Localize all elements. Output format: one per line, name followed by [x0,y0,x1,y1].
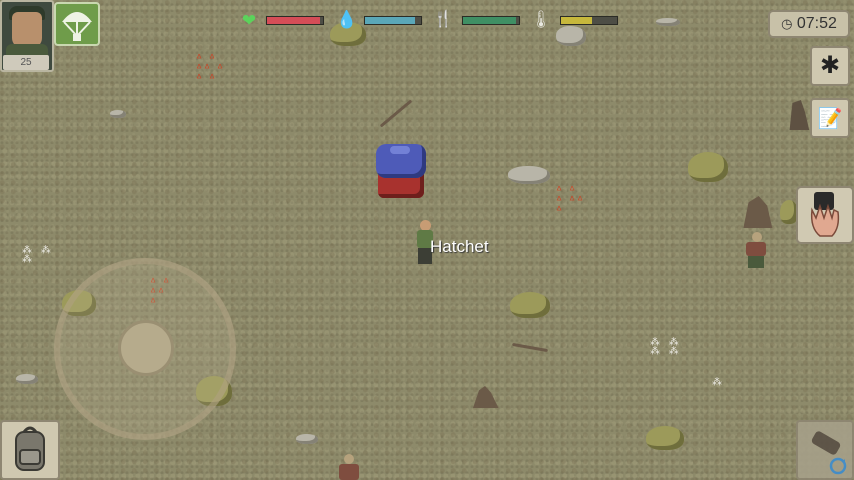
clock-icon: ◷ [781,16,793,31]
heart-icon: ❤ [241,11,257,30]
backpack-icon [15,426,45,471]
tree-stump [743,196,773,228]
white-flowers: ⁂ [712,377,725,388]
grab-button[interactable] [796,186,854,244]
rock [16,374,38,384]
journal-icon: 📝 [817,108,843,130]
red-flowers: ᐞ ᐞ ᐞᐞ ᐞ ᐞ ᐞ [196,53,225,85]
zombie[interactable] [742,232,772,268]
bush [688,152,728,182]
weapon-swap-button[interactable] [796,420,854,480]
rock [656,18,680,26]
rock [508,166,550,184]
rock [110,110,126,118]
parachute-button[interactable] [54,2,100,46]
thermometer-icon: 🌡 [530,10,552,29]
clock-time: 07:52 [796,15,837,32]
parachute-icon [62,12,92,41]
gear-icon: ✱ [819,52,841,79]
bush [646,426,684,450]
twig [379,99,413,128]
white-flowers: ⁂ ⁂ ⁂ ⁂ [650,337,682,357]
temperature-bar [560,16,618,25]
white-flowers: ⁂ ⁂ ⁂ [22,245,54,265]
fork-knife-icon: 🍴 [433,11,453,28]
journal-button[interactable]: 📝 [810,98,850,138]
backpack-loot[interactable] [372,142,428,200]
rock [296,434,318,444]
settings-button[interactable]: ✱ [810,46,850,86]
thirst-bar [364,16,422,25]
player-level: 25 [3,55,49,70]
inventory-button[interactable] [0,420,60,480]
thirst-fill [365,17,416,24]
joystick-knob[interactable] [118,320,174,376]
health-fill [267,17,321,24]
hand-grab-icon [810,192,840,237]
game-clock: ◷ 07:52 [768,10,850,38]
tree-stump [789,100,810,130]
twig [512,342,548,353]
water-drop-icon: 💧 [336,10,358,29]
face [12,12,42,48]
hunger-fill [463,17,517,24]
tree-stump [473,386,499,408]
health-bar [266,16,324,25]
ground-item-label[interactable]: Hatchet [430,237,489,257]
zombie[interactable] [336,454,362,480]
bush [510,292,550,318]
temperature-fill [561,17,592,24]
rock [556,26,586,46]
weapon-swap-icon [811,431,847,475]
red-flowers: ᐞ ᐞᐞ ᐞᐞ ᐞ [556,185,585,217]
hunger-bar [462,16,520,25]
